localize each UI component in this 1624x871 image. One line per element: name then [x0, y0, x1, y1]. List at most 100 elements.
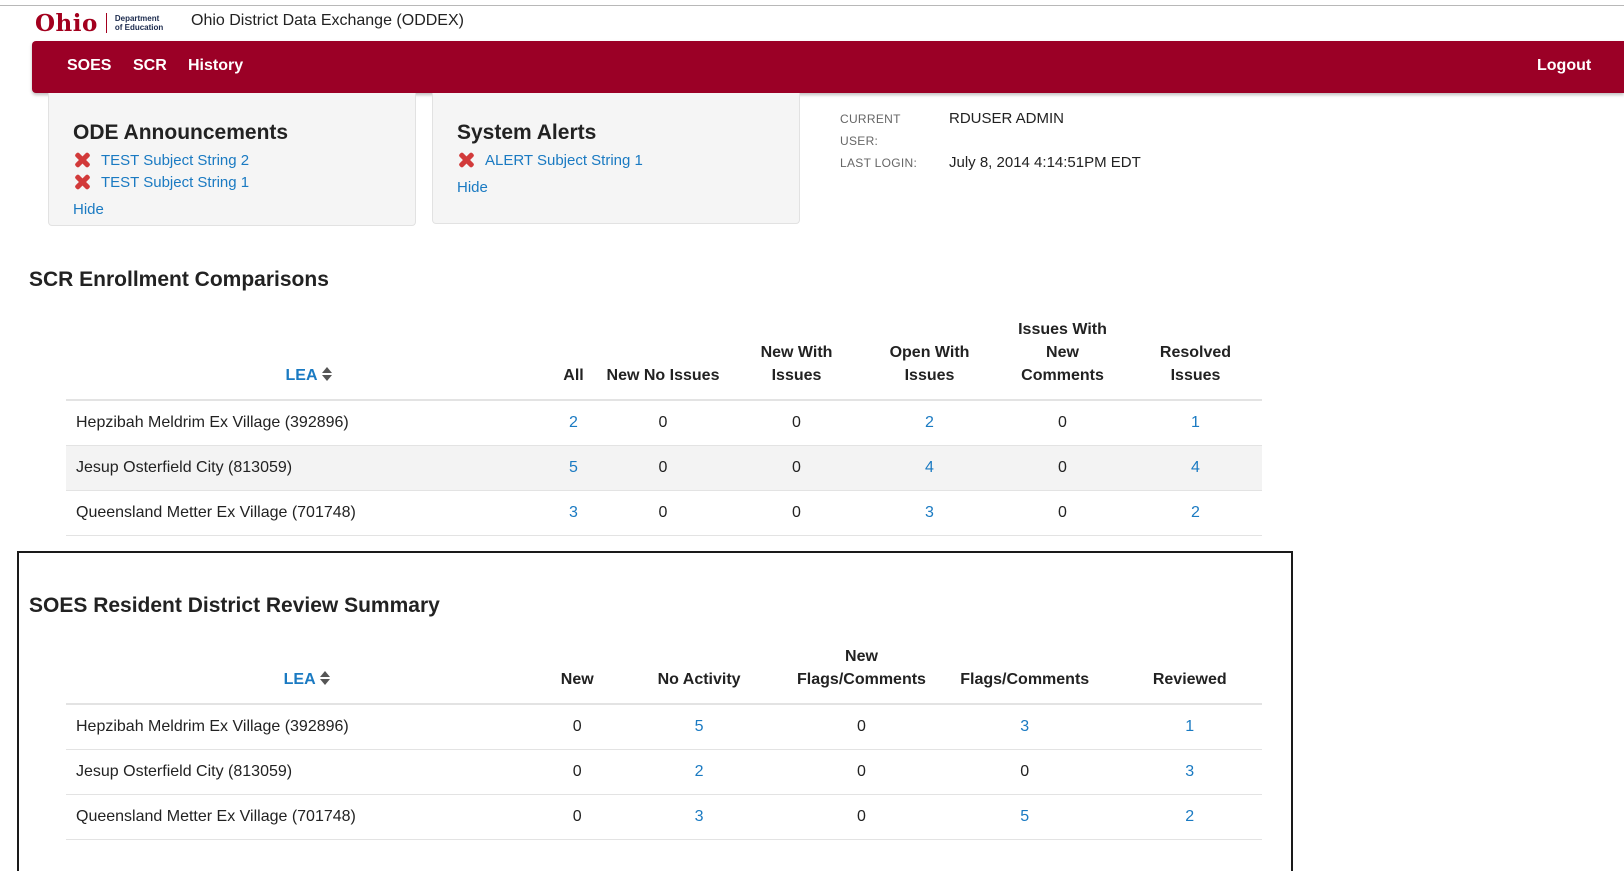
lea-sort-link[interactable]: LEA — [286, 367, 318, 384]
no-activity-cell: 3 — [607, 794, 792, 840]
system-alerts-panel: System Alerts ALERT Subject String 1 Hid… — [432, 93, 800, 224]
count-link[interactable]: 3 — [925, 504, 934, 521]
soes-col-new: New — [547, 645, 608, 705]
table-row: Jesup Osterfield City (813059) 0 2 0 0 3 — [66, 749, 1262, 795]
reviewed-cell: 1 — [1117, 704, 1262, 750]
scr-header-row: LEA All New No Issues New With Issues Ope… — [66, 318, 1262, 401]
all-cell: 3 — [551, 490, 596, 536]
header-line: Comments — [1021, 367, 1104, 384]
header-line: New With — [760, 344, 833, 361]
new-no-issues-cell: 0 — [596, 400, 730, 446]
system-alerts-title: System Alerts — [457, 121, 597, 144]
scr-table: LEA All New No Issues New With Issues Ope… — [66, 318, 1262, 536]
current-user-label: CURRENT USER: — [840, 108, 901, 152]
top-divider — [0, 5, 1624, 6]
new-with-issues-cell: 0 — [730, 490, 863, 536]
no-activity-cell: 5 — [607, 704, 792, 750]
announcement-link[interactable]: TEST Subject String 1 — [101, 174, 249, 191]
soes-table: LEA New No Activity New Flags/Comments Fl… — [66, 645, 1262, 840]
count-link[interactable]: 1 — [1185, 718, 1194, 735]
alert-item[interactable]: ALERT Subject String 1 — [457, 151, 643, 169]
header-line: New — [1046, 344, 1079, 361]
lea-name: Queensland Metter Ex Village (701748) — [66, 794, 548, 840]
count-link[interactable]: 3 — [1185, 763, 1194, 780]
count-link[interactable]: 3 — [695, 808, 704, 825]
announcement-item[interactable]: TEST Subject String 2 — [73, 151, 249, 169]
logo-department-text: Department of Education — [115, 14, 185, 32]
dismiss-x-icon[interactable] — [73, 173, 91, 191]
count-link[interactable]: 2 — [695, 763, 704, 780]
header-line: Flags/Comments — [797, 671, 926, 688]
reviewed-cell: 3 — [1117, 749, 1262, 795]
header-line: Issues — [904, 367, 955, 384]
header-line: Open With — [889, 344, 970, 361]
scr-col-issues-new-comments: Issues With New Comments — [996, 318, 1129, 401]
header-line: New — [845, 648, 878, 665]
soes-col-new-flags-comments: New Flags/Comments — [791, 645, 932, 705]
issues-new-comments-cell: 0 — [996, 490, 1129, 536]
sort-icon[interactable] — [319, 670, 330, 686]
resolved-cell: 1 — [1129, 400, 1262, 446]
count-link[interactable]: 3 — [1020, 718, 1029, 735]
issues-new-comments-cell: 0 — [996, 400, 1129, 446]
soes-header-row: LEA New No Activity New Flags/Comments Fl… — [66, 645, 1262, 705]
nav-item-soes[interactable]: SOES — [67, 57, 111, 75]
logo-dept-line1: Department — [114, 14, 160, 23]
header-line: Issues — [1170, 367, 1221, 384]
count-link[interactable]: 1 — [1191, 414, 1200, 431]
table-row: Jesup Osterfield City (813059) 5 0 0 4 0… — [66, 445, 1262, 491]
count-link[interactable]: 3 — [569, 504, 578, 521]
open-with-issues-cell: 2 — [863, 400, 996, 446]
alert-link[interactable]: ALERT Subject String 1 — [485, 152, 643, 169]
flags-cell: 5 — [931, 794, 1118, 840]
nav-item-history[interactable]: History — [188, 57, 243, 75]
scr-section-title: SCR Enrollment Comparisons — [29, 268, 329, 291]
ohio-education-logo[interactable]: Ohio Department of Education — [35, 9, 185, 37]
header-line: Issues With — [1018, 321, 1107, 338]
scr-col-open-with-issues: Open With Issues — [863, 318, 996, 401]
dismiss-x-icon[interactable] — [457, 151, 475, 169]
lea-name: Queensland Metter Ex Village (701748) — [66, 490, 551, 536]
nav-item-scr[interactable]: SCR — [133, 57, 167, 75]
new-cell: 0 — [547, 704, 608, 750]
logo-ohio-word: Ohio — [35, 9, 98, 37]
lea-sort-link[interactable]: LEA — [284, 671, 316, 688]
lea-name: Jesup Osterfield City (813059) — [66, 749, 548, 795]
count-link[interactable]: 2 — [569, 414, 578, 431]
scr-col-lea[interactable]: LEA — [66, 318, 551, 401]
sort-icon[interactable] — [321, 366, 332, 382]
new-no-issues-cell: 0 — [596, 490, 730, 536]
open-with-issues-cell: 3 — [863, 490, 996, 536]
resolved-cell: 2 — [1129, 490, 1262, 536]
logo-dept-line2: of Education — [114, 23, 164, 32]
alerts-hide-link[interactable]: Hide — [457, 179, 488, 196]
soes-col-lea[interactable]: LEA — [66, 645, 548, 705]
scr-col-new-no-issues: New No Issues — [596, 318, 730, 401]
count-link[interactable]: 2 — [925, 414, 934, 431]
announcements-panel: ODE Announcements TEST Subject String 2 … — [48, 93, 416, 226]
dismiss-x-icon[interactable] — [73, 151, 91, 169]
count-link[interactable]: 2 — [1185, 808, 1194, 825]
count-link[interactable]: 5 — [695, 718, 704, 735]
last-login-value: July 8, 2014 4:14:51PM EDT — [949, 154, 1141, 171]
announcement-link[interactable]: TEST Subject String 2 — [101, 152, 249, 169]
all-cell: 5 — [551, 445, 596, 491]
lea-name: Hepzibah Meldrim Ex Village (392896) — [66, 704, 548, 750]
logout-link[interactable]: Logout — [1537, 57, 1591, 75]
count-link[interactable]: 4 — [1191, 459, 1200, 476]
logo-separator — [105, 13, 107, 33]
reviewed-cell: 2 — [1117, 794, 1262, 840]
count-link[interactable]: 2 — [1191, 504, 1200, 521]
count-link[interactable]: 5 — [569, 459, 578, 476]
lea-name: Jesup Osterfield City (813059) — [66, 445, 551, 491]
open-with-issues-cell: 4 — [863, 445, 996, 491]
count-link[interactable]: 4 — [925, 459, 934, 476]
announcement-item[interactable]: TEST Subject String 1 — [73, 173, 249, 191]
new-cell: 0 — [547, 794, 608, 840]
announcements-title: ODE Announcements — [73, 121, 289, 144]
header-line: Issues — [771, 367, 822, 384]
issues-new-comments-cell: 0 — [996, 445, 1129, 491]
announcements-hide-link[interactable]: Hide — [73, 201, 104, 218]
no-activity-cell: 2 — [607, 749, 792, 795]
count-link[interactable]: 5 — [1020, 808, 1029, 825]
